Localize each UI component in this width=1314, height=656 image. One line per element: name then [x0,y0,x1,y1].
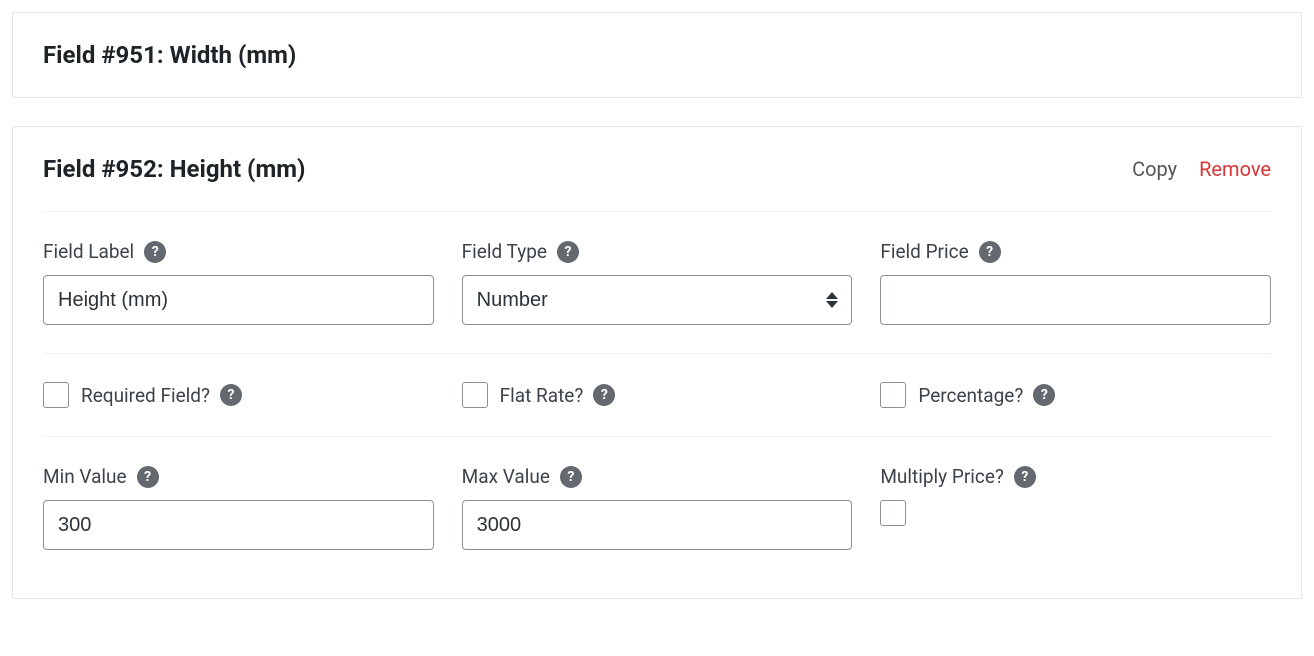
max-value-label: Max Value ? [462,465,853,488]
required-field-group: Required Field? ? [43,382,434,408]
field-label-label: Field Label ? [43,240,434,263]
max-value-col: Max Value ? [462,465,853,550]
flat-rate-group: Flat Rate? ? [462,382,853,408]
max-value-input[interactable] [462,500,853,550]
percentage-label: Percentage? ? [918,384,1055,407]
field-952-header[interactable]: Field #952: Height (mm) Copy Remove [13,127,1301,211]
field-952-panel: Field #952: Height (mm) Copy Remove Fiel… [12,126,1302,599]
min-value-input[interactable] [43,500,434,550]
field-price-text: Field Price [880,240,968,263]
field-type-col: Field Type ? Number [462,240,853,325]
flat-rate-label: Flat Rate? ? [500,384,616,407]
copy-button[interactable]: Copy [1132,157,1177,181]
field-label-text: Field Label [43,240,134,263]
percentage-text: Percentage? [918,384,1023,407]
row-checkboxes: Required Field? ? Flat Rate? ? Percentag… [43,354,1271,437]
remove-button[interactable]: Remove [1199,157,1271,181]
required-field-checkbox[interactable] [43,382,69,408]
help-icon[interactable]: ? [557,241,579,263]
field-951-title: Field #951: Width (mm) [43,41,296,69]
help-icon[interactable]: ? [220,384,242,406]
min-value-col: Min Value ? [43,465,434,550]
row-field-basics: Field Label ? Field Type ? Number [43,212,1271,354]
flat-rate-checkbox[interactable] [462,382,488,408]
min-value-text: Min Value [43,465,127,488]
percentage-checkbox[interactable] [880,382,906,408]
row-minmax: Min Value ? Max Value ? Multiply Price? … [43,437,1271,578]
field-label-col: Field Label ? [43,240,434,325]
field-type-label: Field Type ? [462,240,853,263]
field-952-body: Field Label ? Field Type ? Number [13,211,1301,598]
field-951-panel: Field #951: Width (mm) [12,12,1302,98]
max-value-text: Max Value [462,465,550,488]
help-icon[interactable]: ? [560,466,582,488]
multiply-price-text: Multiply Price? [880,465,1004,488]
flat-rate-text: Flat Rate? [500,384,584,407]
help-icon[interactable]: ? [1033,384,1055,406]
field-type-select[interactable]: Number [462,275,853,325]
help-icon[interactable]: ? [137,466,159,488]
field-price-col: Field Price ? [880,240,1271,325]
required-field-text: Required Field? [81,384,210,407]
multiply-price-checkbox[interactable] [880,500,906,526]
help-icon[interactable]: ? [1014,466,1036,488]
multiply-price-col: Multiply Price? ? [880,465,1271,550]
help-icon[interactable]: ? [979,241,1001,263]
field-type-text: Field Type [462,240,547,263]
help-icon[interactable]: ? [593,384,615,406]
field-price-input[interactable] [880,275,1271,325]
field-price-label: Field Price ? [880,240,1271,263]
field-952-title: Field #952: Height (mm) [43,155,305,183]
field-952-actions: Copy Remove [1132,157,1271,181]
field-951-header[interactable]: Field #951: Width (mm) [13,13,1301,97]
min-value-label: Min Value ? [43,465,434,488]
field-type-select-wrap: Number [462,275,853,325]
multiply-price-label: Multiply Price? ? [880,465,1271,488]
field-label-input[interactable] [43,275,434,325]
percentage-group: Percentage? ? [880,382,1271,408]
help-icon[interactable]: ? [144,241,166,263]
required-field-label: Required Field? ? [81,384,242,407]
